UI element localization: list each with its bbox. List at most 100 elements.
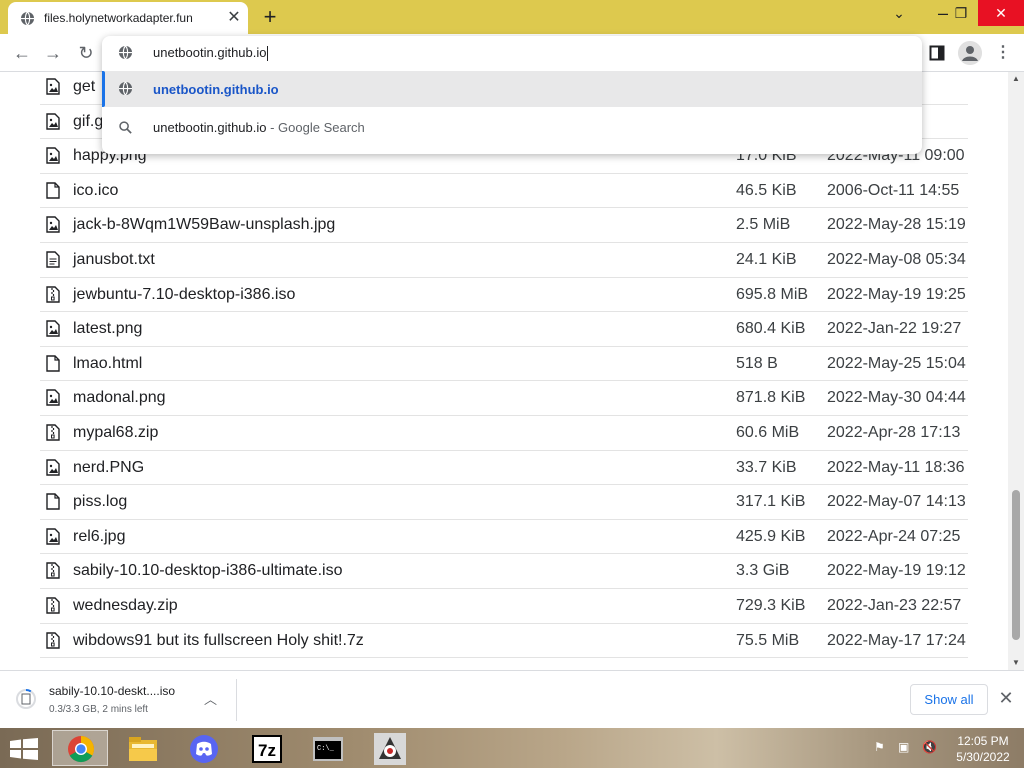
file-listing: get17:44gif.g07:02happy.png17.0 KiB2022-… bbox=[0, 72, 1008, 670]
download-progress-icon[interactable] bbox=[16, 687, 36, 711]
table-row[interactable]: lmao.html 518 B 2022-May-25 15:04 bbox=[40, 347, 968, 382]
image-file-icon bbox=[46, 320, 60, 337]
folder-icon bbox=[129, 737, 157, 761]
file-icon bbox=[46, 493, 60, 510]
windows-start-icon[interactable] bbox=[10, 738, 38, 760]
file-name-link[interactable]: mypal68.zip bbox=[73, 424, 158, 442]
file-table: get17:44gif.g07:02happy.png17.0 KiB2022-… bbox=[40, 72, 968, 670]
suggestion-search[interactable]: unetbootin.github.io - Google Search bbox=[102, 109, 922, 145]
download-filename[interactable]: sabily-10.10-deskt....iso bbox=[49, 684, 175, 698]
clock-time: 12:05 PM bbox=[957, 734, 1009, 748]
file-name-link[interactable]: latest.png bbox=[73, 320, 142, 338]
table-row[interactable]: jewbuntu-7.10-desktop-i386.iso 695.8 MiB 2… bbox=[40, 278, 968, 313]
close-shelf-icon[interactable]: ✕ bbox=[996, 688, 1016, 708]
table-row[interactable] bbox=[40, 658, 968, 670]
file-size: 33.7 KiB bbox=[736, 458, 797, 476]
file-name-link[interactable]: piss.log bbox=[73, 493, 127, 511]
file-size: 46.5 KiB bbox=[736, 181, 797, 199]
file-date: 2022-May-08 05:34 bbox=[827, 250, 966, 268]
file-name-link[interactable]: nerd.PNG bbox=[73, 459, 144, 477]
file-date: 2022-May-25 15:04 bbox=[827, 354, 966, 372]
table-row[interactable]: rel6.jpg 425.9 KiB 2022-Apr-24 07:25 bbox=[40, 520, 968, 555]
address-input-text[interactable]: unetbootin.github.io bbox=[153, 45, 269, 62]
file-date: 2022-May-17 17:24 bbox=[827, 631, 966, 649]
file-name-link[interactable]: jewbuntu-7.10-desktop-i386.iso bbox=[73, 286, 295, 304]
tab-close-icon[interactable]: ✕ bbox=[224, 8, 244, 28]
file-date: 2022-May-19 19:25 bbox=[827, 285, 966, 303]
scroll-up-icon[interactable]: ▲ bbox=[1008, 72, 1024, 86]
file-size: 729.3 KiB bbox=[736, 596, 806, 614]
forward-icon[interactable]: → bbox=[40, 40, 66, 66]
table-row[interactable]: sabily-10.10-desktop-i386-ultimate.iso 3.… bbox=[40, 554, 968, 589]
restore-button[interactable]: ❐ bbox=[944, 0, 978, 26]
file-date: 2006-Oct-11 14:55 bbox=[827, 181, 960, 199]
window-close-button[interactable]: ✕ bbox=[978, 0, 1024, 26]
scroll-down-icon[interactable]: ▼ bbox=[1008, 656, 1024, 670]
file-name-link[interactable]: lmao.html bbox=[73, 355, 142, 373]
suggestion-url[interactable]: unetbootin.github.io bbox=[102, 71, 922, 107]
file-date: 2022-Apr-28 17:13 bbox=[827, 423, 961, 441]
taskbar-java-app[interactable] bbox=[362, 730, 418, 766]
archive-file-icon bbox=[46, 597, 60, 614]
address-bar[interactable]: unetbootin.github.io bbox=[102, 36, 922, 70]
file-name-link[interactable]: gif.g bbox=[73, 113, 103, 131]
show-all-button[interactable]: Show all bbox=[910, 684, 988, 715]
file-name-link[interactable]: sabily-10.10-desktop-i386-ultimate.iso bbox=[73, 562, 342, 580]
file-date: 2022-May-11 18:36 bbox=[827, 458, 965, 476]
taskbar-file-explorer[interactable] bbox=[114, 730, 170, 766]
scrollbar[interactable]: ▲ ▼ bbox=[1008, 72, 1024, 670]
file-name-link[interactable]: wednesday.zip bbox=[73, 597, 178, 615]
file-name-link[interactable]: wibdows91 but its fullscreen Holy shit!.… bbox=[73, 632, 364, 650]
side-panel-icon[interactable] bbox=[929, 45, 945, 61]
profile-avatar-icon[interactable] bbox=[958, 41, 982, 65]
file-name-link[interactable]: rel6.jpg bbox=[73, 528, 125, 546]
volume-muted-icon[interactable]: 🔇 bbox=[922, 740, 937, 754]
file-name-link[interactable]: janusbot.txt bbox=[73, 251, 155, 269]
network-icon[interactable]: ▣ bbox=[898, 740, 909, 754]
tab-search-button[interactable]: ⌄ bbox=[882, 0, 916, 26]
network-warning-icon[interactable]: ⚑ bbox=[874, 740, 885, 754]
svg-text:C:\_: C:\_ bbox=[317, 745, 335, 753]
table-row[interactable]: madonal.png 871.8 KiB 2022-May-30 04:44 bbox=[40, 381, 968, 416]
browser-window: files.holynetworkadapter.fun ✕ + ⌄ – ❐ ✕… bbox=[0, 0, 1024, 728]
divider bbox=[236, 679, 237, 721]
file-name-link[interactable]: get bbox=[73, 78, 95, 96]
taskbar-command-prompt[interactable]: C:\_ bbox=[300, 730, 356, 766]
file-size: 695.8 MiB bbox=[736, 285, 809, 303]
table-row[interactable]: ico.ico 46.5 KiB 2006-Oct-11 14:55 bbox=[40, 174, 968, 209]
table-row[interactable]: wibdows91 but its fullscreen Holy shit!.… bbox=[40, 624, 968, 659]
taskbar-7zip[interactable]: 7z bbox=[238, 730, 294, 766]
table-row[interactable]: janusbot.txt 24.1 KiB 2022-May-08 05:34 bbox=[40, 243, 968, 278]
taskbar-discord[interactable] bbox=[176, 730, 232, 766]
discord-icon bbox=[190, 735, 218, 763]
image-file-icon bbox=[46, 458, 60, 476]
menu-icon[interactable]: ⋮ bbox=[990, 40, 1016, 66]
file-icon bbox=[46, 182, 60, 199]
system-clock[interactable]: 12:05 PM 5/30/2022 bbox=[948, 733, 1018, 765]
tab-active[interactable]: files.holynetworkadapter.fun ✕ bbox=[8, 2, 248, 34]
image-file-icon bbox=[46, 389, 60, 407]
file-date: 2022-Apr-24 07:25 bbox=[827, 527, 961, 545]
table-row[interactable]: wednesday.zip 729.3 KiB 2022-Jan-23 22:57 bbox=[40, 589, 968, 624]
file-size: 60.6 MiB bbox=[736, 423, 800, 441]
back-icon[interactable]: ← bbox=[9, 40, 35, 66]
reload-icon[interactable]: ↻ bbox=[73, 40, 99, 66]
file-name-link[interactable]: madonal.png bbox=[73, 389, 166, 407]
file-name-link[interactable]: ico.ico bbox=[73, 182, 118, 200]
image-file-icon bbox=[46, 147, 60, 164]
taskbar-chrome[interactable] bbox=[52, 730, 108, 766]
file-size: 3.3 GiB bbox=[736, 562, 790, 580]
table-row[interactable]: nerd.PNG 33.7 KiB 2022-May-11 18:36 bbox=[40, 451, 968, 486]
table-row[interactable]: jack-b-8Wqm1W59Baw-unsplash.jpg 2.5 MiB 20… bbox=[40, 208, 968, 243]
globe-icon bbox=[118, 45, 133, 60]
new-tab-button[interactable]: + bbox=[258, 5, 282, 29]
table-row[interactable]: latest.png 680.4 KiB 2022-Jan-22 19:27 bbox=[40, 312, 968, 347]
table-row[interactable]: piss.log 317.1 KiB 2022-May-07 14:13 bbox=[40, 485, 968, 520]
table-row[interactable]: mypal68.zip 60.6 MiB 2022-Apr-28 17:13 bbox=[40, 416, 968, 451]
scrollbar-thumb[interactable] bbox=[1012, 490, 1020, 640]
taskbar: 7z C:\_ ⚑ ▣ 🔇 12:05 PM 5/30/2022 bbox=[0, 728, 1024, 768]
chevron-up-icon[interactable]: ︿ bbox=[204, 689, 217, 708]
file-name-link[interactable]: jack-b-8Wqm1W59Baw-unsplash.jpg bbox=[73, 216, 335, 234]
text-caret bbox=[267, 46, 269, 62]
file-size: 75.5 MiB bbox=[736, 631, 800, 649]
